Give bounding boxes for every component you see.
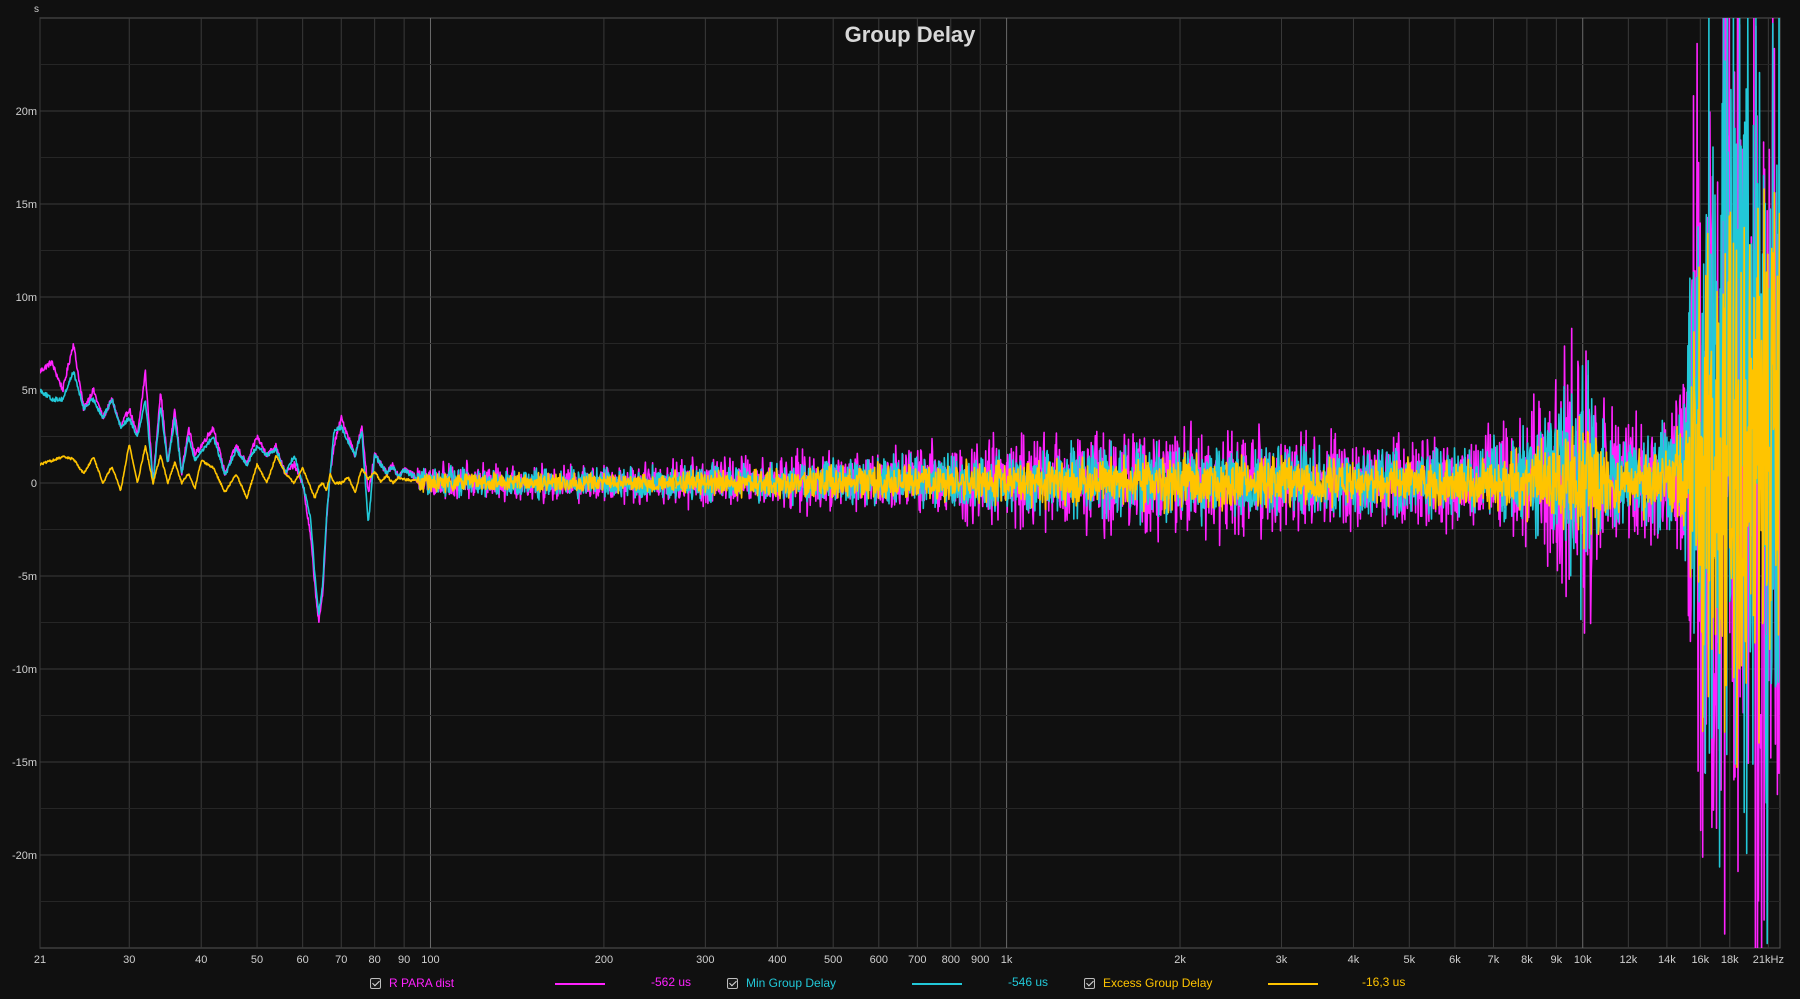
y-tick-label: 15m: [16, 199, 37, 211]
x-tick-label: 14k: [1658, 954, 1676, 966]
x-tick-label: 90: [398, 954, 410, 966]
x-tick-label: 80: [369, 954, 381, 966]
checkbox-icon[interactable]: [1084, 977, 1095, 989]
x-tick-label: 8k: [1521, 954, 1533, 966]
y-axis-unit-label: s: [34, 4, 39, 15]
legend-item-r-para-dist[interactable]: R PARA dist: [370, 975, 454, 991]
legend-item-excess-group-delay[interactable]: Excess Group Delay: [1084, 975, 1212, 991]
legend-label: R PARA dist: [389, 976, 455, 990]
x-tick-label: 70: [335, 954, 347, 966]
x-tick-label: 1k: [1001, 954, 1013, 966]
x-tick-label: 10k: [1574, 954, 1592, 966]
x-tick-label: 4k: [1348, 954, 1360, 966]
x-tick-label: 9k: [1551, 954, 1563, 966]
x-tick-label: 50: [251, 954, 263, 966]
legend-swatch-min-group-delay: [912, 983, 962, 985]
x-tick-label: 7k: [1488, 954, 1500, 966]
x-tick-label: 60: [297, 954, 309, 966]
x-tick-label: 30: [123, 954, 135, 966]
chart-title: Group Delay: [845, 22, 977, 47]
x-tick-label: 18k: [1721, 954, 1739, 966]
y-tick-label: -20m: [12, 850, 37, 862]
x-tick-label: 800: [942, 954, 960, 966]
legend-label: Excess Group Delay: [1103, 976, 1213, 990]
x-tick-label: 12k: [1619, 954, 1637, 966]
x-tick-label: 5k: [1403, 954, 1415, 966]
x-tick-label: 2k: [1174, 954, 1186, 966]
legend-value-min-group-delay: -546 us: [1008, 975, 1049, 989]
x-tick-label: 300: [696, 954, 714, 966]
x-tick-label: 200: [595, 954, 613, 966]
x-tick-label: 3k: [1276, 954, 1288, 966]
legend-item-min-group-delay[interactable]: Min Group Delay: [727, 975, 836, 991]
y-tick-label: -15m: [12, 757, 37, 769]
x-tick-label: 100: [421, 954, 439, 966]
y-tick-label: 10m: [16, 292, 37, 304]
legend-swatch-excess-group-delay: [1268, 983, 1318, 985]
x-tick-label: 21kHz: [1753, 954, 1784, 966]
group-delay-chart: 21 30 40 50 60 70 80 90 100 200 300 400 500 600 700 800…: [12, 4, 1784, 966]
checkbox-icon[interactable]: [727, 977, 738, 989]
y-tick-label: 5m: [22, 385, 37, 397]
legend-value-excess-group-delay: -16,3 us: [1362, 975, 1406, 989]
x-tick-label: 900: [971, 954, 989, 966]
x-tick-label: 700: [908, 954, 926, 966]
checkbox-icon[interactable]: [370, 977, 381, 989]
y-tick-label: 0: [31, 478, 37, 490]
y-tick-label: 20m: [16, 106, 37, 118]
x-tick-label: 600: [870, 954, 888, 966]
legend-label: Min Group Delay: [746, 976, 837, 990]
x-tick-label: 500: [824, 954, 842, 966]
y-tick-label: -10m: [12, 664, 37, 676]
legend-value-r-para-dist: -562 us: [651, 975, 692, 989]
chart-legend: R PARA dist -562 us Min Group Delay -546…: [0, 972, 1800, 994]
x-tick-label: 21: [34, 954, 46, 966]
y-tick-label: -5m: [18, 571, 37, 583]
x-tick-label: 6k: [1449, 954, 1461, 966]
x-tick-label: 16k: [1691, 954, 1709, 966]
legend-swatch-r-para-dist: [555, 983, 605, 985]
chart-axes: 21 30 40 50 60 70 80 90 100 200 300 400 500 600 700 800…: [12, 106, 1784, 966]
x-tick-label: 40: [195, 954, 207, 966]
x-tick-label: 400: [768, 954, 786, 966]
